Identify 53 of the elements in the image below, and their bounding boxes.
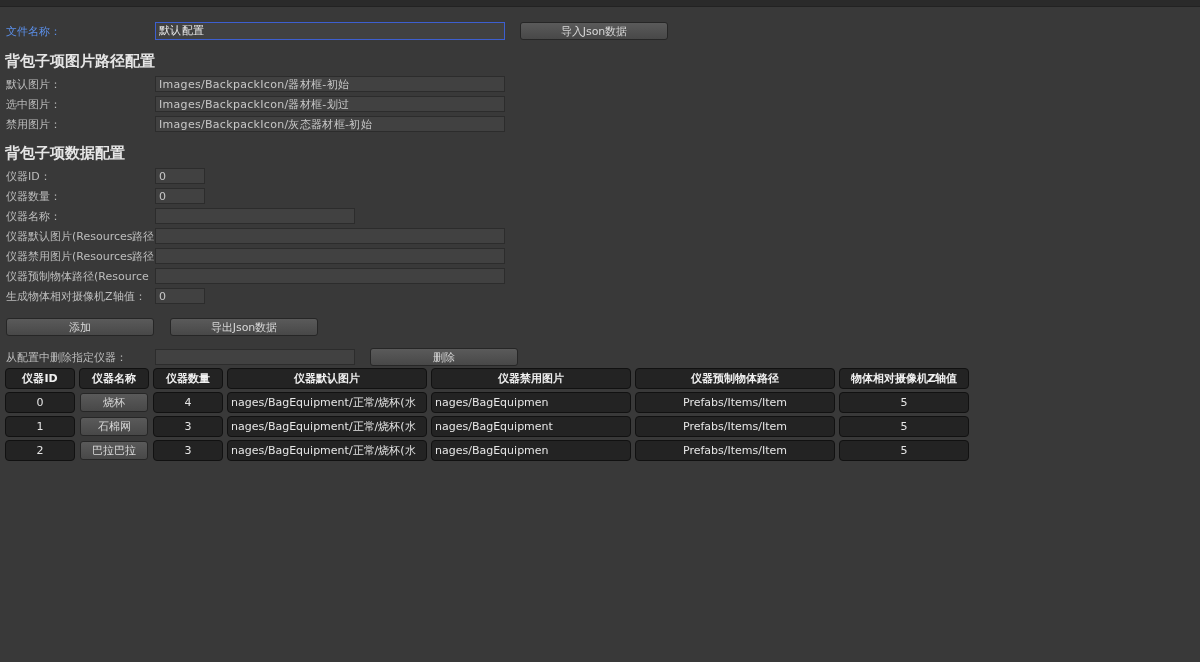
table-cell: Prefabs/Items/Item — [635, 416, 835, 437]
table-cell: 4 — [153, 392, 223, 413]
field-label: 仪器禁用图片(Resources路径 — [6, 248, 155, 264]
table-cell: 5 — [839, 440, 969, 461]
section-heading: 背包子项数据配置 — [5, 144, 126, 162]
input-field[interactable]: 0 — [155, 168, 205, 184]
input-field[interactable]: 0 — [155, 188, 205, 204]
input-field[interactable]: Images/BackpackIcon/灰态器材框-初始 — [155, 116, 505, 132]
column-header: 仪器默认图片 — [227, 368, 427, 389]
input-field[interactable]: 默认配置 — [155, 22, 505, 40]
field-label: 禁用图片： — [6, 116, 62, 132]
table-cell: nages/BagEquipment/正常/烧杯(水 — [227, 440, 427, 461]
section-heading: 背包子项图片路径配置 — [5, 52, 156, 70]
table-cell: 2 — [5, 440, 75, 461]
field-label: 文件名称： — [6, 23, 62, 39]
table-cell: 5 — [839, 416, 969, 437]
field-label: 从配置中删除指定仪器： — [6, 349, 128, 365]
name-button[interactable]: 石棉网 — [80, 417, 148, 436]
column-header: 仪器禁用图片 — [431, 368, 631, 389]
name-button[interactable]: 烧杯 — [80, 393, 148, 412]
table-cell: nages/BagEquipment/正常/烧杯(水 — [227, 392, 427, 413]
input-field[interactable]: Images/BackpackIcon/器材框-初始 — [155, 76, 505, 92]
add-button[interactable]: 添加 — [6, 318, 154, 336]
table-cell: Prefabs/Items/Item — [635, 392, 835, 413]
table-cell: 0 — [5, 392, 75, 413]
table-cell: 3 — [153, 416, 223, 437]
field-label: 仪器名称： — [6, 208, 62, 224]
column-header: 物体相对摄像机Z轴值 — [839, 368, 969, 389]
field-label: 选中图片： — [6, 96, 62, 112]
field-label: 仪器数量： — [6, 188, 62, 204]
table-cell: nages/BagEquipmen — [431, 440, 631, 461]
delete-button[interactable]: 删除 — [370, 348, 518, 366]
field-label: 仪器ID： — [6, 168, 52, 184]
table-cell: nages/BagEquipmen — [431, 392, 631, 413]
input-field[interactable]: 0 — [155, 288, 205, 304]
column-header: 仪器数量 — [153, 368, 223, 389]
field-label: 仪器预制物体路径(Resource — [6, 268, 150, 284]
table-cell: 5 — [839, 392, 969, 413]
field-label: 生成物体相对摄像机Z轴值： — [6, 288, 147, 304]
import-button[interactable]: 导入Json数据 — [520, 22, 668, 40]
column-header: 仪器名称 — [79, 368, 149, 389]
field-label: 默认图片： — [6, 76, 62, 92]
table-cell: Prefabs/Items/Item — [635, 440, 835, 461]
column-header: 仪器预制物体路径 — [635, 368, 835, 389]
table-cell: nages/BagEquipment/正常/烧杯(水 — [227, 416, 427, 437]
table-cell: 1 — [5, 416, 75, 437]
field-label: 仪器默认图片(Resources路径 — [6, 228, 155, 244]
input-field[interactable]: Images/BackpackIcon/器材框-划过 — [155, 96, 505, 112]
table-cell: nages/BagEquipment — [431, 416, 631, 437]
export-button[interactable]: 导出Json数据 — [170, 318, 318, 336]
table-cell: 3 — [153, 440, 223, 461]
name-button[interactable]: 巴拉巴拉 — [80, 441, 148, 460]
column-header: 仪器ID — [5, 368, 75, 389]
